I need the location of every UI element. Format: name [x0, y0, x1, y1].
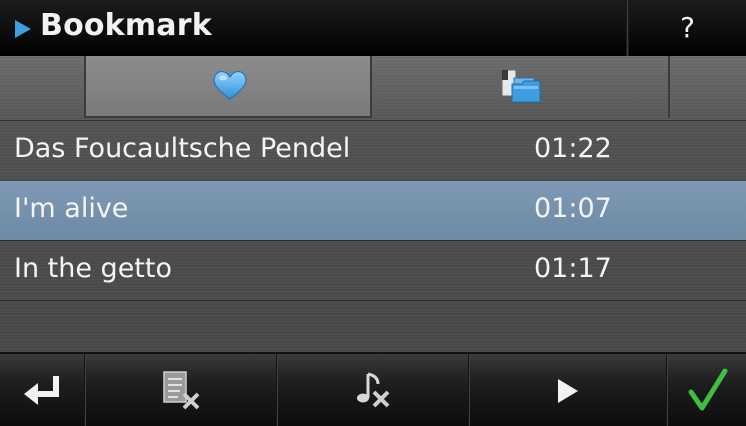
page-title: Bookmark	[40, 8, 212, 43]
bookmark-list: Das Foucaultsche Pendel 01:22 I'm alive …	[0, 120, 746, 300]
title-bar: Bookmark ?	[0, 0, 746, 56]
bookmark-name: In the getto	[14, 253, 172, 284]
play-icon	[558, 379, 578, 403]
help-button[interactable]: ?	[629, 0, 746, 56]
list-item[interactable]: Das Foucaultsche Pendel 01:22	[0, 120, 746, 180]
delete-bookmark-button[interactable]	[86, 354, 276, 426]
confirm-button[interactable]	[668, 354, 746, 426]
back-button[interactable]	[0, 354, 84, 426]
bookmark-time: 01:07	[534, 193, 612, 224]
tab-favorites[interactable]	[84, 56, 372, 118]
delete-track-icon	[357, 372, 390, 408]
back-icon	[24, 376, 59, 405]
bottom-toolbar	[0, 352, 746, 426]
tab-folders[interactable]	[372, 56, 668, 118]
bookmark-name: Das Foucaultsche Pendel	[14, 133, 351, 164]
play-button[interactable]	[470, 354, 666, 426]
bookmark-time: 01:22	[534, 133, 612, 164]
tab-divider	[668, 56, 670, 118]
list-divider	[0, 300, 746, 301]
confirm-check-icon	[688, 368, 728, 411]
list-item-selected[interactable]: I'm alive 01:07	[0, 180, 746, 240]
bookmark-screen: Bookmark ? Das Foucaultsche Pendel 01:22…	[0, 0, 746, 426]
title-arrow-icon	[15, 20, 31, 38]
delete-bookmark-icon	[163, 371, 200, 410]
bookmark-name: I'm alive	[14, 193, 129, 224]
folders-icon	[501, 69, 541, 103]
bookmark-time: 01:17	[534, 253, 612, 284]
tab-bar	[0, 56, 746, 120]
delete-track-button[interactable]	[278, 354, 468, 426]
list-item[interactable]: In the getto 01:17	[0, 240, 746, 300]
heart-icon	[213, 71, 247, 100]
